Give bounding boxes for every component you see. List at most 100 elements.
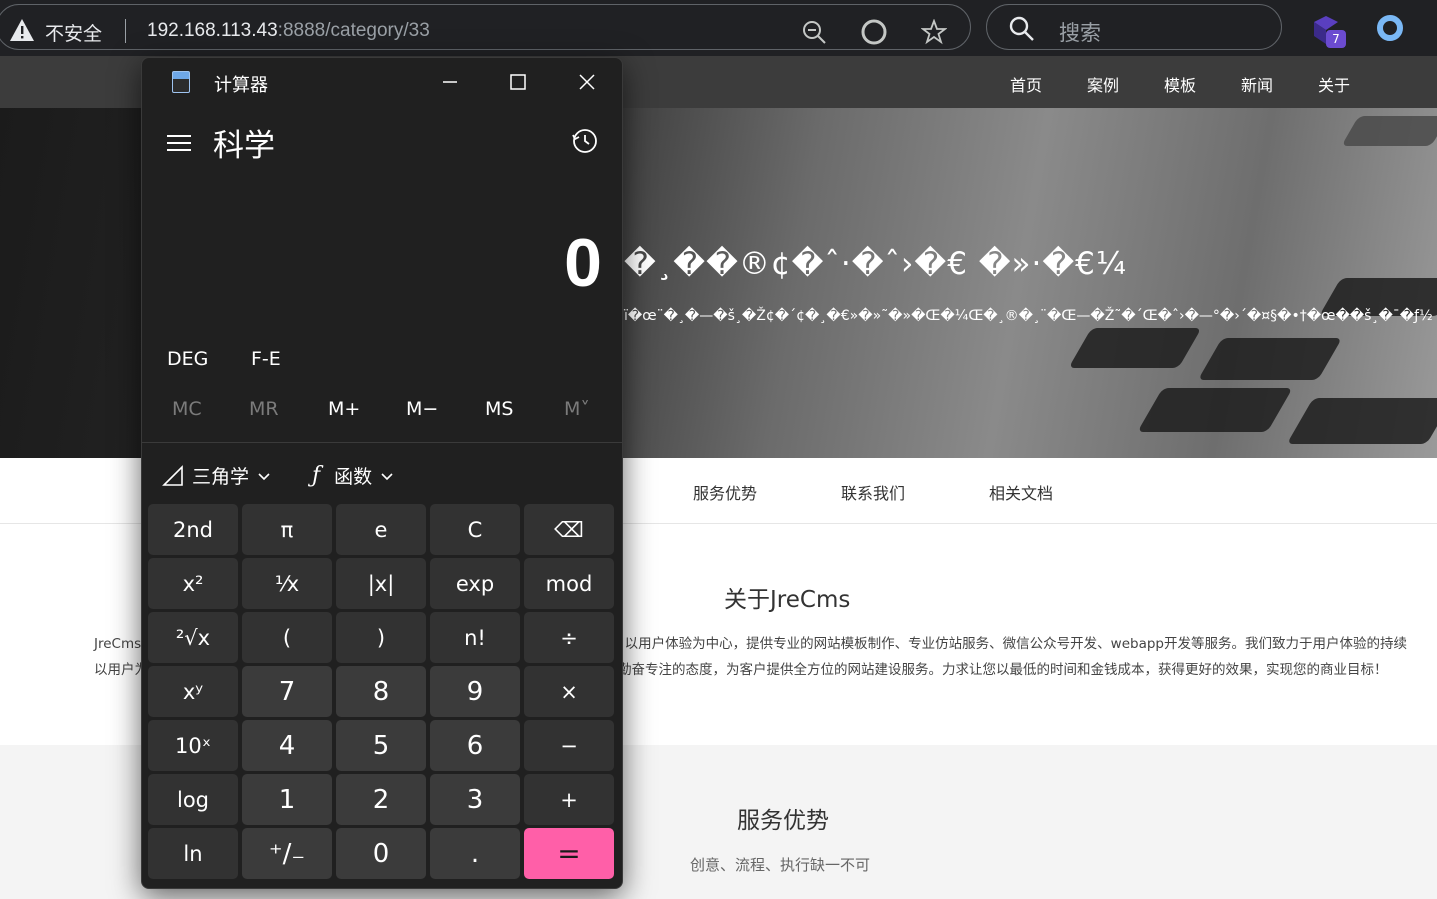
service-subtitle: 创意、流程、执行缺一不可 xyxy=(690,856,871,874)
memory-list-button[interactable]: M˅ xyxy=(564,398,590,420)
keyboard-key-shape xyxy=(1137,388,1293,432)
memory-add-button[interactable]: M+ xyxy=(328,398,360,420)
digit-9-button[interactable]: 9 xyxy=(430,666,520,717)
trigonometry-label: 三角学 xyxy=(192,466,250,488)
tab-contact[interactable]: 联系我们 xyxy=(841,480,905,504)
keyboard-key-shape xyxy=(1286,398,1437,444)
address-bar[interactable]: 不安全 192.168.113.43:8888/category/33 xyxy=(0,4,971,50)
digit-2-button[interactable]: 2 xyxy=(336,774,426,825)
divider xyxy=(125,19,126,43)
digit-1-button[interactable]: 1 xyxy=(242,774,332,825)
angle-mode-button[interactable]: DEG xyxy=(167,348,208,370)
equals-button[interactable]: = xyxy=(524,828,614,879)
warning-icon[interactable] xyxy=(9,18,35,42)
nav-templates[interactable]: 模板 xyxy=(1164,72,1196,96)
ln-button[interactable]: ln xyxy=(148,828,238,879)
url-path: :8888/category/33 xyxy=(277,20,430,41)
memory-clear-button[interactable]: MC xyxy=(172,398,202,420)
ten-power-button[interactable]: 10ˣ xyxy=(148,720,238,771)
nav-home[interactable]: 首页 xyxy=(1010,72,1042,96)
calculator-window: 计算器 科学 0 DEG F-E MC MR M+ M− MS M˅ 三角学 ƒ… xyxy=(141,57,623,889)
url-text[interactable]: 192.168.113.43:8888/category/33 xyxy=(147,20,430,42)
window-title: 计算器 xyxy=(214,75,268,96)
calculator-mode: 科学 xyxy=(213,128,275,164)
digit-6-button[interactable]: 6 xyxy=(430,720,520,771)
factorial-button[interactable]: n! xyxy=(430,612,520,663)
chevron-down-icon xyxy=(381,472,393,480)
profile-icon[interactable] xyxy=(1377,15,1403,41)
extension-badge: 7 xyxy=(1326,30,1346,48)
hero-title: �¸��®¢�ˆ·�ˆ›�€ �»·�€¼ xyxy=(624,246,1127,282)
url-host: 192.168.113.43 xyxy=(147,20,278,41)
negate-button[interactable]: ⁺∕₋ xyxy=(242,828,332,879)
triangle-icon xyxy=(162,464,183,486)
hero-subtitle: ï�œ¨�¸�—�š¸�Ž¢�´¢�¸�€»�»˜�»�Œ�¼Œ�¸®�¸¨�Œ… xyxy=(624,308,1433,324)
digit-4-button[interactable]: 4 xyxy=(242,720,332,771)
menu-hamburger-icon[interactable] xyxy=(167,132,191,152)
reciprocal-button[interactable]: ¹⁄x xyxy=(242,558,332,609)
tab-service[interactable]: 服务优势 xyxy=(693,480,757,504)
digit-8-button[interactable]: 8 xyxy=(336,666,426,717)
display-value: 0 xyxy=(564,225,602,301)
search-icon xyxy=(1009,16,1034,41)
function-icon: ƒ xyxy=(312,463,321,488)
search-placeholder: 搜索 xyxy=(1059,21,1101,45)
plus-button[interactable]: + xyxy=(524,774,614,825)
service-title: 服务优势 xyxy=(737,808,829,834)
exp-button[interactable]: exp xyxy=(430,558,520,609)
square-button[interactable]: x² xyxy=(148,558,238,609)
history-icon[interactable] xyxy=(570,126,600,156)
nav-cases[interactable]: 案例 xyxy=(1087,72,1119,96)
fe-button[interactable]: F-E xyxy=(251,348,281,370)
function-dropdown[interactable]: ƒ 函数 xyxy=(312,462,394,489)
divide-button[interactable]: ÷ xyxy=(524,612,614,663)
digit-3-button[interactable]: 3 xyxy=(430,774,520,825)
function-label: 函数 xyxy=(334,466,373,488)
trigonometry-dropdown[interactable]: 三角学 xyxy=(162,462,271,489)
search-box[interactable]: 搜索 xyxy=(986,4,1282,50)
log-button[interactable]: log xyxy=(148,774,238,825)
mod-button[interactable]: mod xyxy=(524,558,614,609)
nav-news[interactable]: 新闻 xyxy=(1241,72,1273,96)
digit-0-button[interactable]: 0 xyxy=(336,828,426,879)
minus-button[interactable]: − xyxy=(524,720,614,771)
tab-docs[interactable]: 相关文档 xyxy=(989,480,1053,504)
calculator-app-icon xyxy=(172,71,190,93)
digit-7-button[interactable]: 7 xyxy=(242,666,332,717)
close-paren-button[interactable]: ) xyxy=(336,612,426,663)
backspace-button[interactable]: ⌫ xyxy=(524,504,614,555)
keypad: 2nd π e C ⌫ x² ¹⁄x |x| exp mod ²√x() n! ÷ xʸ 7 8 9 × 10ˣ 4 5… xyxy=(148,504,618,879)
edge-icon[interactable] xyxy=(861,19,887,45)
keyboard-key-shape xyxy=(1197,338,1343,380)
nav-about[interactable]: 关于 xyxy=(1318,72,1350,96)
keyboard-key-shape xyxy=(1341,116,1437,146)
favorite-star-icon[interactable] xyxy=(921,19,947,45)
divider xyxy=(142,442,622,443)
browser-toolbar: 不安全 192.168.113.43:8888/category/33 搜索 7 xyxy=(0,0,1437,56)
power-button[interactable]: xʸ xyxy=(148,666,238,717)
about-line1-right: 以用户体验为中心，提供专业的网站模板制作、专业仿站服务、微信公众号开发、weba… xyxy=(624,636,1407,652)
memory-subtract-button[interactable]: M− xyxy=(406,398,438,420)
e-button[interactable]: e xyxy=(336,504,426,555)
digit-5-button[interactable]: 5 xyxy=(336,720,426,771)
keyboard-key-shape xyxy=(1068,328,1202,368)
close-icon[interactable] xyxy=(573,68,601,96)
open-paren-button[interactable]: ( xyxy=(242,612,332,663)
about-title: 关于JreCms xyxy=(724,587,851,613)
chevron-down-icon xyxy=(258,472,270,480)
maximize-icon[interactable] xyxy=(504,68,532,96)
security-label[interactable]: 不安全 xyxy=(45,19,102,46)
zoom-out-icon[interactable] xyxy=(801,19,827,45)
memory-recall-button[interactable]: MR xyxy=(249,398,279,420)
pi-button[interactable]: π xyxy=(242,504,332,555)
decimal-button[interactable]: . xyxy=(430,828,520,879)
second-button[interactable]: 2nd xyxy=(148,504,238,555)
abs-button[interactable]: |x| xyxy=(336,558,426,609)
about-line2-left: 以用户为 xyxy=(94,662,148,678)
clear-button[interactable]: C xyxy=(430,504,520,555)
sqrt-button[interactable]: ²√x xyxy=(148,612,238,663)
about-line2-right: 勤奋专注的态度，为客户提供全方位的网站建设服务。力求让您以最低的时间和金钱成本，… xyxy=(618,662,1388,678)
minimize-icon[interactable] xyxy=(436,68,464,96)
multiply-button[interactable]: × xyxy=(524,666,614,717)
memory-store-button[interactable]: MS xyxy=(485,398,513,420)
